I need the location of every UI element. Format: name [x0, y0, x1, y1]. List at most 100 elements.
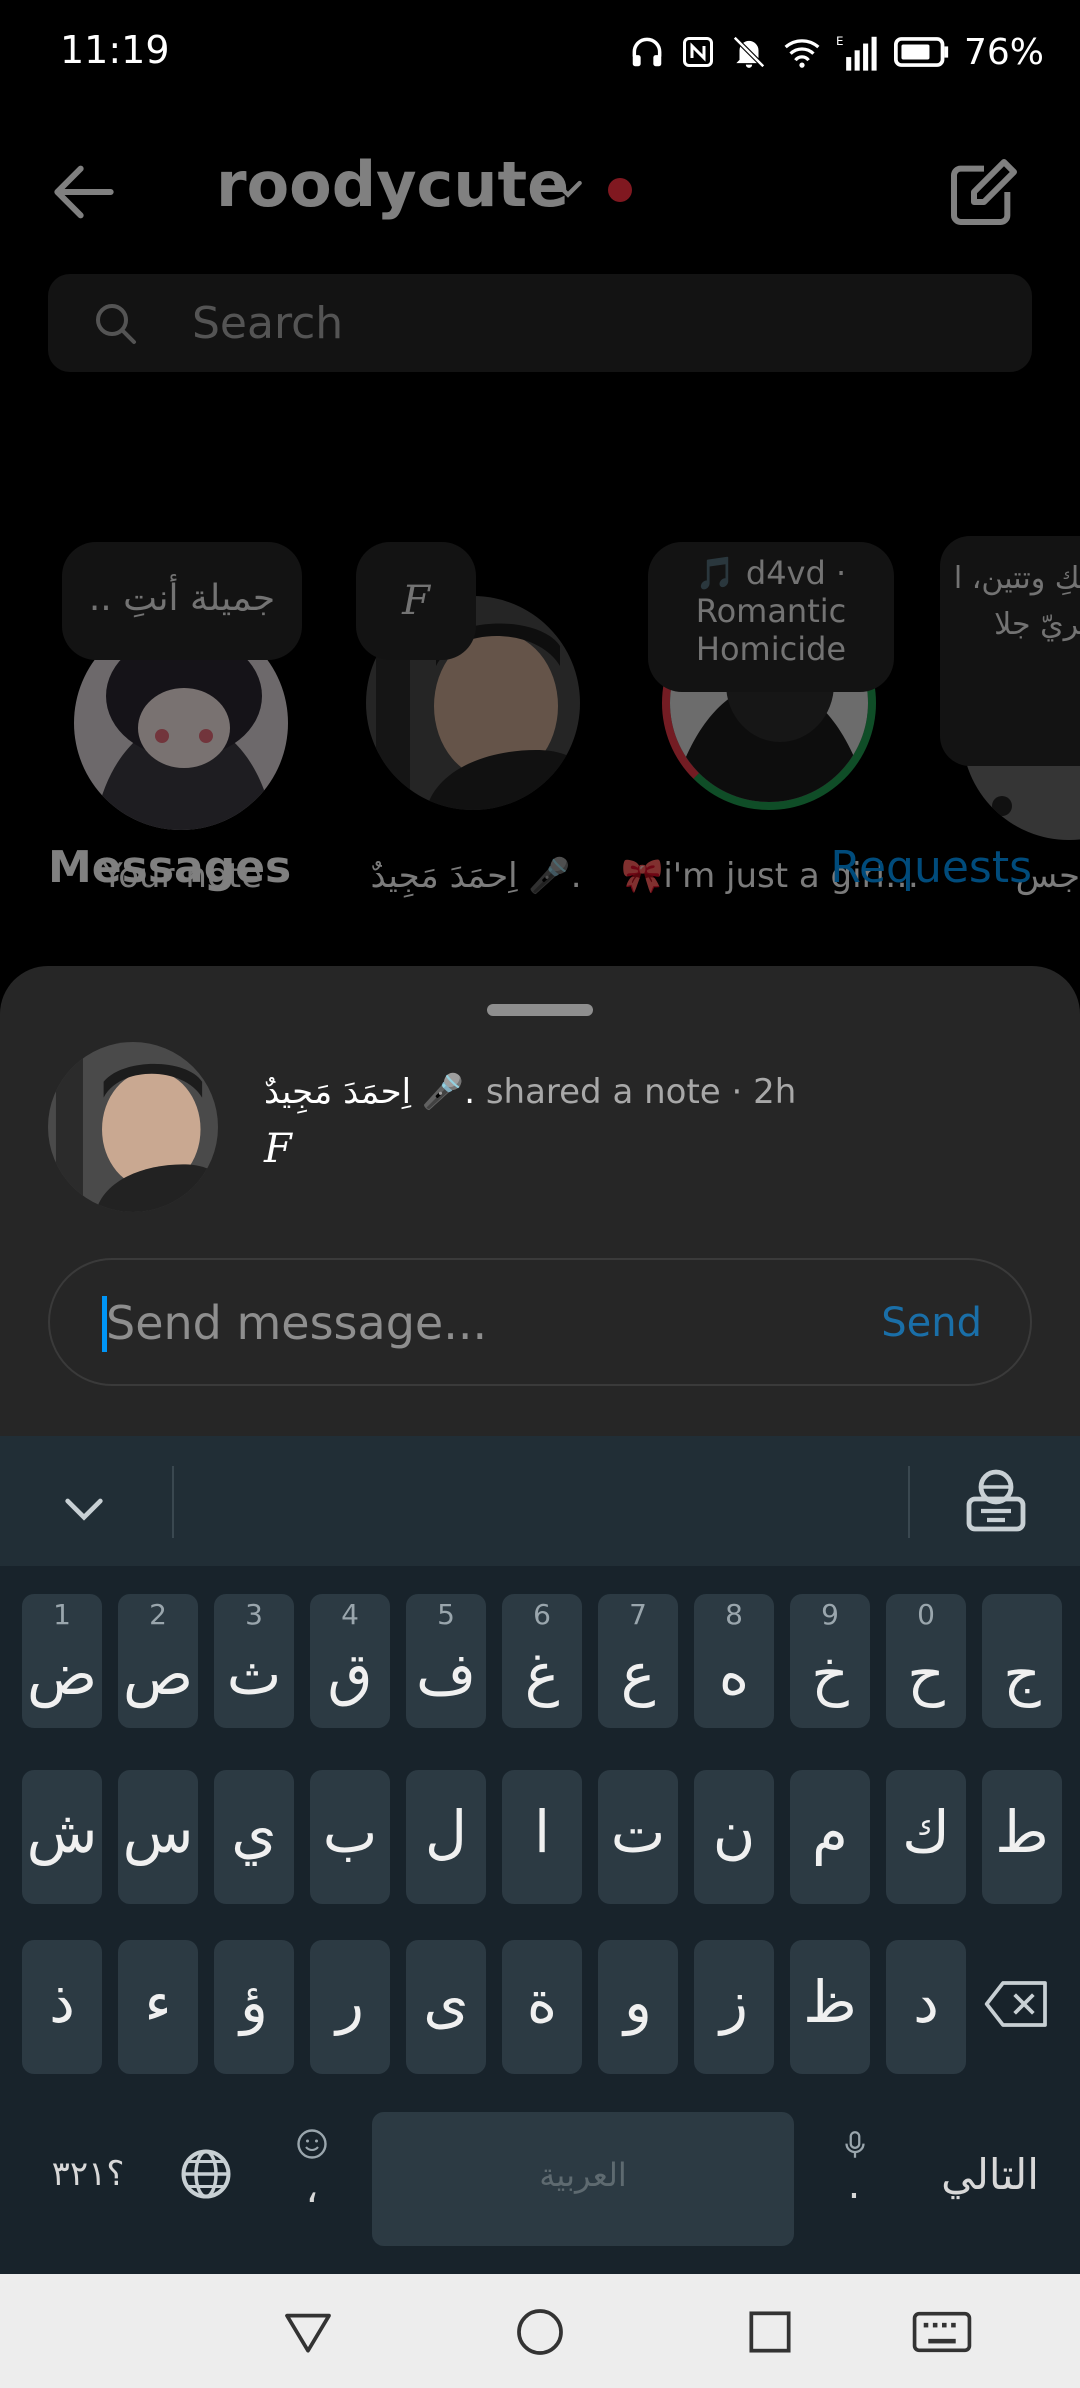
comma-key[interactable]: ، — [290, 2166, 334, 2212]
key-char: ا — [533, 1798, 551, 1866]
battery-icon — [893, 37, 949, 67]
key-2-2[interactable]: س — [118, 1770, 198, 1904]
key-1-7[interactable]: 7ع — [598, 1594, 678, 1728]
space-key[interactable]: العربية — [372, 2112, 794, 2246]
microphone-icon[interactable] — [838, 2128, 872, 2162]
key-1-10[interactable]: 0ح — [886, 1594, 966, 1728]
system-navigation-bar — [0, 2274, 1080, 2388]
key-char: ث — [226, 1640, 282, 1708]
sheet-handle[interactable] — [487, 1004, 593, 1016]
globe-icon[interactable] — [176, 2144, 236, 2204]
status-icons: E 76% — [628, 28, 1044, 76]
key-2-6[interactable]: ا — [502, 1770, 582, 1904]
note-reply-sheet: اِحمَدَ مَجِيدٌ 🎤. shared a note · 2h F … — [0, 966, 1080, 1436]
key-number-hint: 4 — [341, 1598, 359, 1631]
key-3-1[interactable]: ذ — [22, 1940, 102, 2074]
backspace-icon[interactable] — [982, 1976, 1052, 2032]
key-3-2[interactable]: ء — [118, 1940, 198, 2074]
key-char: ة — [526, 1968, 558, 2036]
key-3-10[interactable]: د — [886, 1940, 966, 2074]
key-char: ق — [327, 1640, 373, 1708]
signal-icon: E — [836, 34, 877, 71]
key-char: ف — [415, 1640, 477, 1708]
key-2-4[interactable]: ب — [310, 1770, 390, 1904]
key-1-5[interactable]: 5ف — [406, 1594, 486, 1728]
emoji-icon[interactable] — [294, 2126, 330, 2162]
key-2-8[interactable]: ن — [694, 1770, 774, 1904]
keyboard-icon[interactable] — [910, 2304, 974, 2360]
messages-heading: Messages — [48, 842, 292, 893]
search-input[interactable]: Search — [48, 274, 1032, 372]
key-1-11[interactable]: ج — [982, 1594, 1062, 1728]
key-1-6[interactable]: 6غ — [502, 1594, 582, 1728]
key-2-5[interactable]: ل — [406, 1770, 486, 1904]
key-1-1[interactable]: 1ض — [22, 1594, 102, 1728]
avatar[interactable] — [48, 1042, 218, 1212]
compose-icon[interactable] — [944, 152, 1024, 232]
key-char: ح — [907, 1640, 945, 1708]
key-char: د — [913, 1968, 939, 2036]
status-bar: 11:19 E 76% — [0, 0, 1080, 106]
key-number-hint: 9 — [821, 1598, 839, 1631]
key-1-9[interactable]: 9خ — [790, 1594, 870, 1728]
key-3-7[interactable]: و — [598, 1940, 678, 2074]
note-label: اِحمَدَ مَجِيدٌ 🎤. — [370, 856, 582, 896]
key-2-9[interactable]: م — [790, 1770, 870, 1904]
key-3-3[interactable]: ؤ — [214, 1940, 294, 2074]
key-3-5[interactable]: ى — [406, 1940, 486, 2074]
note-content: F — [264, 1126, 292, 1172]
notes-tray: جميلة أنتِ .. Your note F اِحمَدَ مَجِيد… — [0, 436, 1080, 896]
key-2-11[interactable]: ط — [982, 1770, 1062, 1904]
key-1-8[interactable]: 8ه — [694, 1594, 774, 1728]
note-bubble: F — [356, 542, 476, 660]
key-2-3[interactable]: ي — [214, 1770, 294, 1904]
back-triangle-icon[interactable] — [280, 2304, 336, 2360]
key-2-1[interactable]: ش — [22, 1770, 102, 1904]
note-item[interactable]: F اِحمَدَ مَجِيدٌ 🎤. — [356, 436, 596, 896]
key-char: ظ — [803, 1968, 857, 2036]
key-char: ج — [1003, 1640, 1041, 1708]
divider — [172, 1466, 174, 1538]
recents-square-icon[interactable] — [742, 2304, 798, 2360]
key-2-7[interactable]: ت — [598, 1770, 678, 1904]
key-char: ض — [26, 1640, 98, 1708]
chevron-down-icon[interactable] — [56, 1480, 112, 1536]
inbox-header: roodycute — [0, 106, 1080, 276]
note-time: · 2h — [731, 1072, 797, 1112]
note-author-name[interactable]: اِحمَدَ مَجِيدٌ 🎤. — [264, 1072, 475, 1112]
home-circle-icon[interactable] — [512, 2304, 568, 2360]
key-char: ي — [231, 1798, 277, 1866]
symbols-key[interactable]: ؟٣٢١ — [38, 2154, 138, 2194]
send-button[interactable]: Send — [881, 1300, 982, 1346]
keyboard-language-icon[interactable] — [960, 1466, 1032, 1538]
requests-link[interactable]: Requests — [830, 842, 1032, 893]
key-char: ز — [719, 1968, 748, 2036]
key-1-3[interactable]: 3ث — [214, 1594, 294, 1728]
headphones-icon — [632, 37, 662, 67]
song-title: Romantic Homicide — [695, 592, 847, 668]
note-item[interactable]: جميلة أنتِ .. Your note — [62, 436, 302, 896]
note-item[interactable]: 🎵 d4vd · Romantic Homicide 🎀i'm just a g… — [621, 436, 919, 896]
arrow-left-icon[interactable] — [44, 152, 124, 232]
next-key[interactable]: التالي — [920, 2150, 1060, 2199]
wifi-icon — [784, 39, 820, 68]
chevron-down-icon[interactable] — [548, 168, 588, 208]
key-number-hint: 1 — [53, 1598, 71, 1631]
key-3-4[interactable]: ر — [310, 1940, 390, 2074]
key-char: ط — [995, 1798, 1049, 1866]
period-key[interactable]: . — [832, 2162, 876, 2208]
bell-off-icon — [733, 36, 765, 68]
key-1-4[interactable]: 4ق — [310, 1594, 390, 1728]
key-1-2[interactable]: 2ص — [118, 1594, 198, 1728]
message-input[interactable]: Send message... Send — [48, 1258, 1032, 1386]
direct-inbox: roodycute Search جميلة أنتِ .. Your note… — [0, 106, 1080, 966]
account-username[interactable]: roodycute — [216, 148, 569, 221]
key-char: ر — [335, 1968, 364, 2036]
key-char: غ — [524, 1640, 560, 1708]
space-label: العربية — [539, 2156, 627, 2194]
key-3-8[interactable]: ز — [694, 1940, 774, 2074]
key-3-6[interactable]: ة — [502, 1940, 582, 2074]
note-item[interactable]: بعينيكِ وتتين، ا جوهريّ جلا جس — [940, 436, 1080, 896]
key-2-10[interactable]: ك — [886, 1770, 966, 1904]
key-3-9[interactable]: ظ — [790, 1940, 870, 2074]
